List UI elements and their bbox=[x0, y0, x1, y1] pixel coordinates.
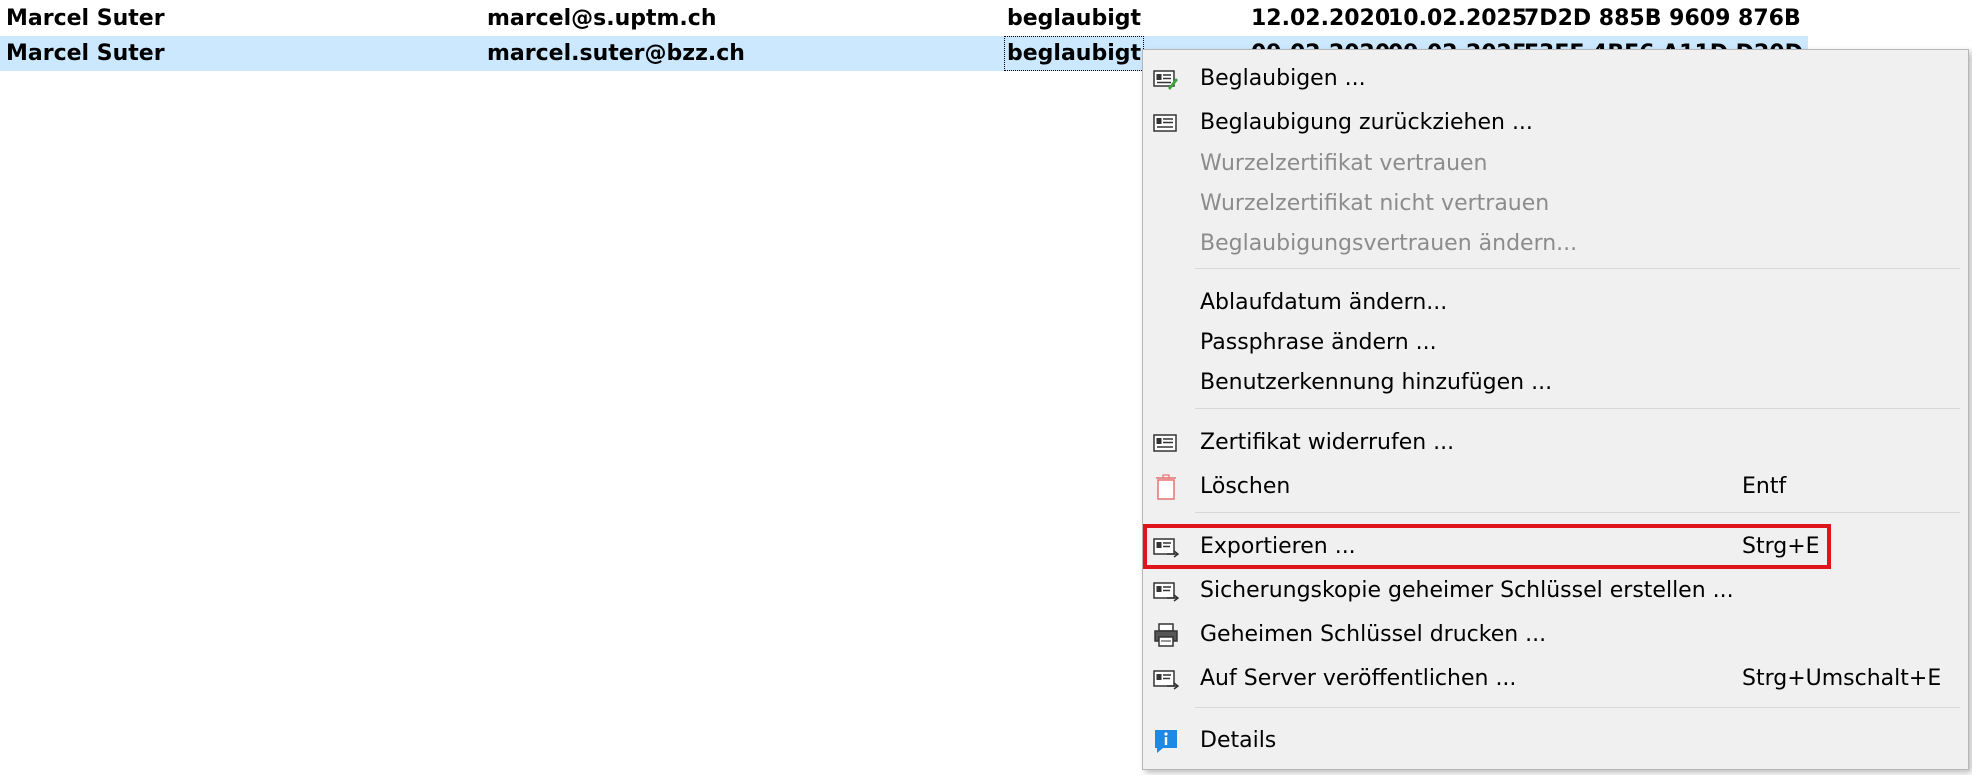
highlight-frame bbox=[1143, 524, 1831, 569]
menu-item-label: Benutzerkennung hinzufügen ... bbox=[1200, 370, 1553, 395]
cell-status: beglaubigt bbox=[1007, 6, 1142, 31]
menu-item-label: Sicherungskopie geheimer Schlüssel erste… bbox=[1200, 578, 1734, 603]
menu-separator bbox=[1195, 408, 1960, 409]
table-row[interactable]: Marcel Suter marcel@s.uptm.ch beglaubigt… bbox=[0, 1, 1808, 36]
menu-item-revoke-certificate[interactable]: Zertifikat widerrufen ... bbox=[1143, 423, 1968, 463]
menu-item-trust-root: Wurzelzertifikat vertrauen bbox=[1143, 144, 1968, 184]
menu-item-print-secret-key[interactable]: Geheimen Schlüssel drucken ... bbox=[1143, 615, 1968, 655]
certificate-icon bbox=[1153, 430, 1179, 456]
menu-item-publish-server[interactable]: Auf Server veröffentlichen ... Strg+Umsc… bbox=[1143, 659, 1968, 699]
context-menu: Beglaubigen ... Beglaubigung zurückziehe… bbox=[1142, 49, 1969, 770]
menu-item-label: Wurzelzertifikat vertrauen bbox=[1200, 151, 1488, 176]
menu-item-add-user-id[interactable]: Benutzerkennung hinzufügen ... bbox=[1143, 363, 1968, 403]
menu-item-change-trust: Beglaubigungsvertrauen ändern... bbox=[1143, 224, 1968, 264]
cell-email: marcel.suter@bzz.ch bbox=[487, 41, 745, 66]
menu-item-revoke-certification[interactable]: Beglaubigung zurückziehen ... bbox=[1143, 103, 1968, 143]
menu-separator bbox=[1195, 512, 1960, 513]
menu-separator bbox=[1195, 268, 1960, 269]
menu-item-details[interactable]: Details bbox=[1143, 721, 1968, 761]
menu-item-label: Passphrase ändern ... bbox=[1200, 330, 1437, 355]
menu-item-label: Beglaubigung zurückziehen ... bbox=[1200, 110, 1533, 135]
menu-item-change-passphrase[interactable]: Passphrase ändern ... bbox=[1143, 323, 1968, 363]
export-icon bbox=[1153, 666, 1179, 692]
cell-email: marcel@s.uptm.ch bbox=[487, 6, 717, 31]
menu-item-backup-secret-key[interactable]: Sicherungskopie geheimer Schlüssel erste… bbox=[1143, 571, 1968, 611]
export-icon bbox=[1153, 578, 1179, 604]
shortcut-label: Entf bbox=[1742, 474, 1787, 499]
menu-item-label: Geheimen Schlüssel drucken ... bbox=[1200, 622, 1547, 647]
menu-item-label: Beglaubigen ... bbox=[1200, 66, 1366, 91]
printer-icon bbox=[1153, 622, 1179, 648]
menu-item-label: Auf Server veröffentlichen ... bbox=[1200, 666, 1517, 691]
menu-item-label: Wurzelzertifikat nicht vertrauen bbox=[1200, 191, 1550, 216]
cell-status: beglaubigt bbox=[1004, 36, 1145, 71]
menu-item-change-expiry[interactable]: Ablaufdatum ändern... bbox=[1143, 283, 1968, 323]
cell-expires: 10.02.2025 bbox=[1388, 6, 1528, 31]
certificate-icon bbox=[1153, 110, 1179, 136]
cell-created: 12.02.2020 bbox=[1251, 6, 1391, 31]
menu-item-label: Ablaufdatum ändern... bbox=[1200, 290, 1448, 315]
menu-item-distrust-root: Wurzelzertifikat nicht vertrauen bbox=[1143, 184, 1968, 224]
trash-icon bbox=[1153, 474, 1179, 500]
cell-name: Marcel Suter bbox=[6, 41, 165, 66]
cell-name: Marcel Suter bbox=[6, 6, 165, 31]
menu-item-label: Beglaubigungsvertrauen ändern... bbox=[1200, 231, 1578, 256]
cell-fingerprint: 7D2D 885B 9609 876B bbox=[1524, 6, 1801, 31]
menu-item-label: Details bbox=[1200, 728, 1277, 753]
certify-icon bbox=[1153, 66, 1179, 92]
menu-separator bbox=[1195, 707, 1960, 708]
menu-item-label: Zertifikat widerrufen ... bbox=[1200, 430, 1455, 455]
menu-item-delete[interactable]: Löschen Entf bbox=[1143, 467, 1968, 507]
shortcut-label: Strg+Umschalt+E bbox=[1742, 666, 1942, 691]
menu-item-label: Löschen bbox=[1200, 474, 1291, 499]
info-icon bbox=[1153, 728, 1179, 754]
menu-item-certify[interactable]: Beglaubigen ... bbox=[1143, 59, 1968, 99]
